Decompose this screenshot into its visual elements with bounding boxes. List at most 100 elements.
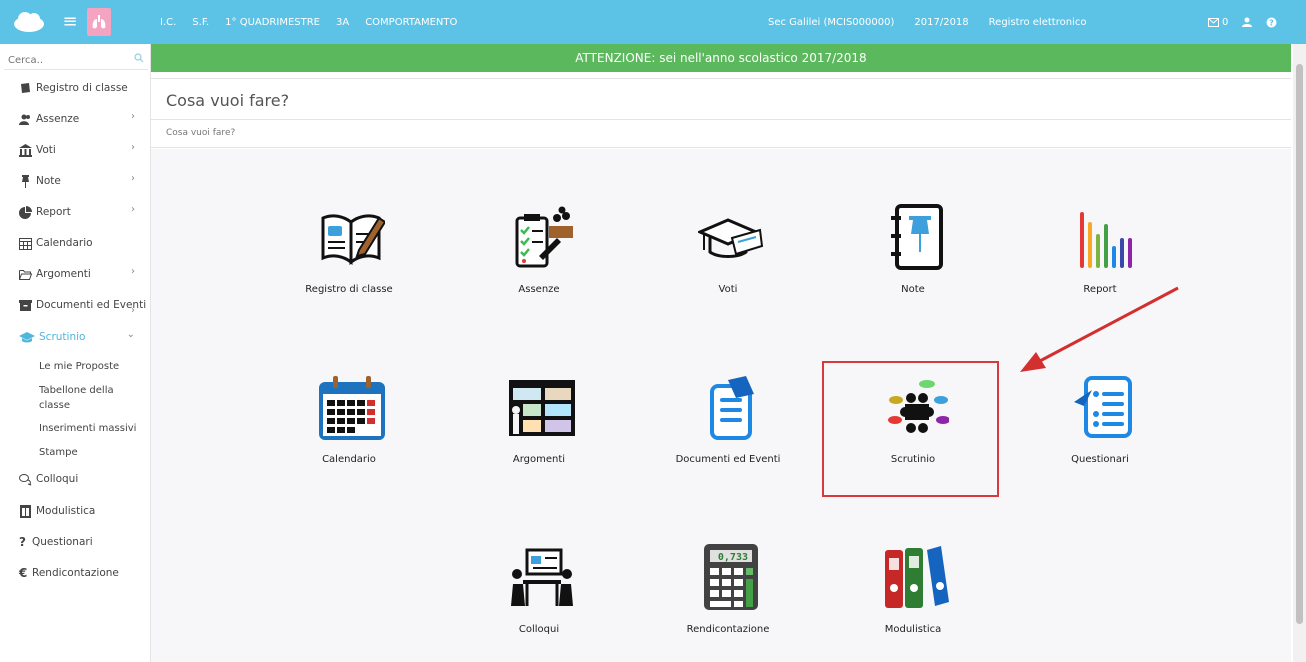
year-selector[interactable]: 2017/2018 bbox=[914, 17, 968, 28]
attendance-checklist-icon bbox=[515, 206, 573, 268]
sidebar-item-colloqui[interactable]: Colloqui bbox=[0, 465, 151, 493]
file-cabinet-icon bbox=[20, 504, 31, 518]
chevron-right-icon: › bbox=[131, 173, 135, 184]
thumbtack-icon bbox=[22, 174, 29, 188]
help-icon: ? bbox=[1266, 17, 1277, 27]
sidebar-item-registro[interactable]: Registro di classe bbox=[0, 74, 151, 102]
tile-questionari[interactable]: Questionari bbox=[1025, 374, 1175, 484]
school-selector[interactable]: Sec Galilei (MCIS000000) bbox=[768, 17, 894, 28]
subitem-stampe[interactable]: Stampe bbox=[39, 445, 139, 460]
calendar-icon bbox=[19, 237, 32, 250]
tile-label: Documenti ed Eventi bbox=[675, 454, 781, 465]
scrollbar-thumb[interactable] bbox=[1296, 64, 1303, 624]
tile-colloqui[interactable]: Colloqui bbox=[464, 544, 614, 654]
sidebar-item-questionari[interactable]: ? Questionari bbox=[0, 528, 151, 556]
book-icon bbox=[21, 82, 30, 93]
year-alert: ATTENZIONE: sei nell'anno scolastico 201… bbox=[151, 44, 1291, 72]
tile-argomenti[interactable]: Argomenti bbox=[464, 374, 614, 484]
folder-open-icon bbox=[19, 269, 32, 280]
sidebar-item-label: Modulistica bbox=[36, 505, 96, 517]
top-item-subject[interactable]: COMPORTAMENTO bbox=[365, 17, 457, 28]
app-name[interactable]: Registro elettronico bbox=[989, 17, 1087, 28]
chevron-right-icon: › bbox=[131, 266, 135, 277]
sidebar-item-label: Rendicontazione bbox=[32, 567, 119, 579]
calculator-display: 0,733 bbox=[718, 552, 748, 563]
graduation-cap-icon bbox=[19, 331, 35, 342]
lungs-button[interactable] bbox=[87, 8, 111, 36]
tile-rendicontazione[interactable]: 0,733 Rendicontazione bbox=[653, 544, 803, 654]
sidebar-item-note[interactable]: Note › bbox=[0, 167, 151, 195]
tile-voti[interactable]: Voti bbox=[653, 204, 803, 314]
sidebar: Registro di classe Assenze › Voti › Note… bbox=[0, 44, 151, 662]
page-scrollbar[interactable] bbox=[1293, 44, 1306, 662]
messages-count: 0 bbox=[1222, 16, 1229, 28]
sidebar-item-calendario[interactable]: Calendario bbox=[0, 229, 151, 257]
user-button[interactable] bbox=[1242, 17, 1253, 27]
page-title: Cosa vuoi fare? bbox=[166, 91, 290, 110]
search-icon[interactable] bbox=[134, 53, 144, 63]
tile-label: Questionari bbox=[1071, 454, 1129, 465]
sidebar-item-modulistica[interactable]: Modulistica bbox=[0, 497, 151, 525]
sidebar-item-label: Note bbox=[36, 175, 61, 187]
open-book-pencil-icon bbox=[321, 214, 385, 265]
notebook-pin-icon bbox=[891, 204, 943, 270]
tile-registro[interactable]: Registro di classe bbox=[274, 204, 424, 314]
search-box bbox=[4, 48, 148, 71]
help-button[interactable]: ? bbox=[1266, 17, 1277, 28]
question-mark-icon: ? bbox=[19, 534, 26, 549]
tile-label: Calendario bbox=[322, 454, 376, 465]
chevron-right-icon: › bbox=[131, 142, 135, 153]
sidebar-item-voti[interactable]: Voti › bbox=[0, 136, 151, 164]
sidebar-item-label: Documenti ed Eventi bbox=[36, 299, 147, 311]
teacher-blackboard-icon bbox=[509, 380, 575, 436]
breadcrumb-bar: Cosa vuoi fare? bbox=[151, 120, 1291, 148]
scrutinio-highlight bbox=[822, 361, 999, 497]
top-item-sf[interactable]: S.F. bbox=[192, 17, 209, 28]
subitem-inserimenti[interactable]: Inserimenti massivi bbox=[39, 421, 139, 436]
chevron-right-icon: › bbox=[131, 111, 135, 122]
sidebar-item-label: Registro di classe bbox=[36, 82, 128, 94]
calendar-grid-icon bbox=[319, 376, 385, 440]
meeting-desk-icon bbox=[511, 548, 573, 606]
chevron-right-icon: › bbox=[131, 305, 135, 316]
tile-label: Assenze bbox=[518, 284, 560, 295]
envelope-icon bbox=[1208, 17, 1219, 27]
documents-events-icon bbox=[710, 376, 754, 440]
subitem-proposte[interactable]: Le mie Proposte bbox=[39, 359, 139, 374]
sidebar-item-label: Argomenti bbox=[36, 268, 91, 280]
messages-button[interactable]: 0 bbox=[1208, 17, 1228, 28]
sidebar-item-rendicontazione[interactable]: € Rendicontazione bbox=[0, 559, 151, 587]
graduation-cap-papers-icon bbox=[698, 218, 764, 258]
subitem-tabellone[interactable]: Tabellone della classe bbox=[39, 383, 139, 413]
hamburger-menu-icon[interactable]: ≡ bbox=[62, 11, 78, 33]
sidebar-item-label: Colloqui bbox=[36, 473, 79, 485]
tile-modulistica[interactable]: Modulistica bbox=[838, 544, 988, 654]
sidebar-item-argomenti[interactable]: Argomenti › bbox=[0, 260, 151, 288]
top-item-ic[interactable]: I.C. bbox=[160, 17, 176, 28]
logo-block: ≡ bbox=[0, 0, 151, 44]
page-header: Cosa vuoi fare? bbox=[151, 78, 1291, 120]
top-item-period[interactable]: 1° QUADRIMESTRE bbox=[225, 17, 320, 28]
questionnaire-icon bbox=[1074, 376, 1132, 438]
sidebar-item-scrutinio[interactable]: Scrutinio ⌄ bbox=[0, 323, 151, 351]
sidebar-item-report[interactable]: Report › bbox=[0, 198, 151, 226]
tile-note[interactable]: Note bbox=[838, 204, 988, 314]
sidebar-item-documenti[interactable]: Documenti ed Eventi › bbox=[0, 291, 151, 319]
tile-label: Registro di classe bbox=[305, 284, 393, 295]
sidebar-item-label: Scrutinio bbox=[39, 331, 86, 343]
top-item-class[interactable]: 3A bbox=[336, 17, 349, 28]
sidebar-item-label: Calendario bbox=[36, 237, 93, 249]
sidebar-item-assenze[interactable]: Assenze › bbox=[0, 105, 151, 133]
tile-calendario[interactable]: Calendario bbox=[274, 374, 424, 484]
tile-label: Note bbox=[901, 284, 925, 295]
tile-documenti[interactable]: Documenti ed Eventi bbox=[653, 374, 803, 484]
tile-assenze[interactable]: Assenze bbox=[464, 204, 614, 314]
bar-report-icon bbox=[1080, 212, 1132, 268]
search-input[interactable] bbox=[4, 50, 124, 71]
euro-icon: € bbox=[19, 565, 28, 580]
top-right-info: Sec Galilei (MCIS000000) 2017/2018 Regis… bbox=[768, 0, 1086, 44]
calculator-icon: 0,733 bbox=[704, 544, 758, 610]
cloud-logo-icon[interactable] bbox=[12, 10, 46, 32]
tile-label: Voti bbox=[718, 284, 738, 295]
institution-icon bbox=[19, 143, 32, 157]
